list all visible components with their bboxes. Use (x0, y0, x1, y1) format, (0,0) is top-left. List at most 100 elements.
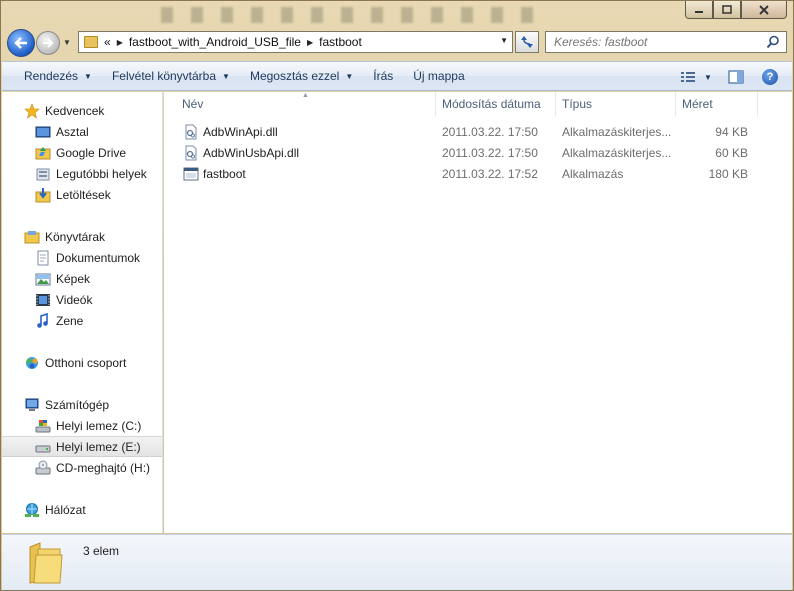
nav-item-recent-places[interactable]: Legutóbbi helyek (2, 163, 162, 184)
close-button[interactable] (741, 1, 787, 19)
column-header-date[interactable]: Módosítás dátuma (436, 92, 556, 116)
nav-item-desktop[interactable]: Asztal (2, 121, 162, 142)
minimize-button[interactable] (685, 1, 713, 19)
nav-label: Helyi lemez (E:) (56, 439, 141, 454)
minimize-icon (695, 10, 703, 13)
column-header-name[interactable]: Név (176, 92, 436, 116)
nav-item-homegroup[interactable]: Otthoni csoport (2, 352, 162, 373)
nav-item-libraries[interactable]: Könyvtárak (2, 226, 162, 247)
command-bar: Rendezés ▼ Felvétel könyvtárba ▼ Megoszt… (2, 61, 792, 91)
nav-label: Kedvencek (45, 103, 105, 118)
breadcrumb-overflow[interactable]: « (104, 35, 111, 49)
nav-item-network[interactable]: Hálózat (2, 499, 162, 520)
maximize-button[interactable] (713, 1, 741, 19)
navigation-bar: ▼ « ▶ fastboot_with_Android_USB_file ▶ f… (1, 27, 793, 59)
file-row[interactable]: fastboot 2011.03.22. 17:52 Alkalmazás 18… (164, 164, 792, 185)
arrow-right-icon (43, 38, 54, 48)
hard-drive-icon (35, 439, 51, 455)
details-view-icon (681, 72, 696, 82)
nav-item-computer[interactable]: Számítógép (2, 394, 162, 415)
burn-label: Felvétel könyvtárba (111, 69, 217, 83)
file-date: 2011.03.22. 17:50 (442, 146, 538, 160)
close-icon (759, 4, 769, 15)
nav-label: Legutóbbi helyek (56, 166, 147, 181)
breadcrumb-separator-icon[interactable]: ▶ (307, 38, 313, 47)
maximize-icon (722, 5, 732, 14)
share-label: Megosztás ezzel (249, 69, 340, 83)
nav-item-favorites[interactable]: Kedvencek (2, 100, 162, 121)
folder-icon (84, 36, 98, 48)
file-size: 60 KB (715, 146, 748, 160)
file-size: 180 KB (708, 167, 748, 181)
nav-item-music[interactable]: Zene (2, 310, 162, 331)
column-header-label: Méret (682, 97, 713, 111)
file-row[interactable]: AdbWinApi.dll 2011.03.22. 17:50 Alkalmaz… (164, 122, 792, 143)
recent-pages-dropdown[interactable]: ▼ (63, 38, 71, 47)
chevron-down-icon: ▼ (704, 72, 712, 82)
chevron-down-icon: ▼ (222, 71, 230, 81)
downloads-icon (35, 187, 51, 203)
help-button[interactable]: ? (756, 65, 784, 89)
nav-label: Helyi lemez (C:) (56, 418, 142, 433)
address-history-dropdown[interactable]: ▼ (500, 36, 508, 45)
forward-button[interactable] (36, 31, 60, 55)
nav-label: Számítógép (45, 397, 110, 412)
nav-item-drive-h[interactable]: CD-meghajtó (H:) (2, 457, 162, 478)
search-box[interactable] (545, 31, 787, 53)
breadcrumb-item-current[interactable]: fastboot (319, 35, 362, 49)
nav-item-pictures[interactable]: Képek (2, 268, 162, 289)
nav-item-videos[interactable]: Videók (2, 289, 162, 310)
nav-item-drive-e[interactable]: Helyi lemez (E:) (2, 436, 162, 457)
nav-label: Hálózat (45, 502, 86, 517)
cd-drive-icon (35, 460, 51, 476)
chevron-down-icon: ▼ (84, 71, 92, 81)
back-button[interactable] (7, 29, 35, 57)
homegroup-icon (24, 355, 40, 371)
breadcrumb-item-parent[interactable]: fastboot_with_Android_USB_file (129, 35, 301, 49)
network-icon (24, 502, 40, 518)
write-label: Írás (373, 69, 394, 83)
chevron-down-icon: ▼ (345, 71, 354, 81)
organize-menu-button[interactable]: Rendezés ▼ (14, 64, 102, 88)
folder-icon (29, 542, 63, 584)
burn-menu-button[interactable]: Felvétel könyvtárba ▼ (102, 64, 240, 88)
details-pane: 3 elem (2, 534, 792, 590)
nav-label: CD-meghajtó (H:) (56, 460, 151, 475)
title-bar (1, 1, 793, 27)
new-folder-button[interactable]: Új mappa (403, 64, 474, 88)
command-bar-right: ▼ ? (676, 65, 784, 89)
nav-label: Letöltések (56, 187, 111, 202)
refresh-icon (521, 36, 533, 48)
pictures-icon (35, 271, 51, 287)
column-header-type[interactable]: Típus (556, 92, 676, 116)
file-type: Alkalmazás (562, 167, 624, 181)
dll-icon (185, 124, 197, 140)
search-icon[interactable] (766, 35, 780, 49)
documents-icon (35, 250, 51, 266)
refresh-button[interactable] (515, 31, 539, 53)
write-button[interactable]: Írás (363, 64, 403, 88)
nav-item-documents[interactable]: Dokumentumok (2, 247, 162, 268)
new-folder-label: Új mappa (413, 69, 465, 83)
libraries-icon (24, 229, 40, 245)
file-row[interactable]: AdbWinUsbApi.dll 2011.03.22. 17:50 Alkal… (164, 143, 792, 164)
caption-buttons (685, 1, 787, 19)
nav-item-downloads[interactable]: Letöltések (2, 184, 162, 205)
exe-icon (183, 167, 199, 181)
help-icon: ? (762, 69, 778, 85)
nav-label: Asztal (56, 124, 89, 139)
search-input[interactable] (554, 35, 754, 49)
change-view-button[interactable]: ▼ (676, 65, 716, 89)
videos-icon (35, 292, 51, 308)
nav-item-google-drive[interactable]: Google Drive (2, 142, 162, 163)
file-name: AdbWinUsbApi.dll (203, 146, 300, 160)
address-bar[interactable]: « ▶ fastboot_with_Android_USB_file ▶ fas… (78, 31, 513, 53)
column-header-size[interactable]: Méret (676, 92, 758, 116)
breadcrumb-separator-icon[interactable]: ▶ (117, 38, 123, 47)
preview-pane-button[interactable] (722, 65, 750, 89)
desktop-icon (35, 124, 51, 140)
share-menu-button[interactable]: Megosztás ezzel ▼ (240, 64, 363, 88)
system-drive-icon (35, 418, 51, 434)
nav-item-drive-c[interactable]: Helyi lemez (C:) (2, 415, 162, 436)
organize-label: Rendezés (24, 69, 79, 83)
